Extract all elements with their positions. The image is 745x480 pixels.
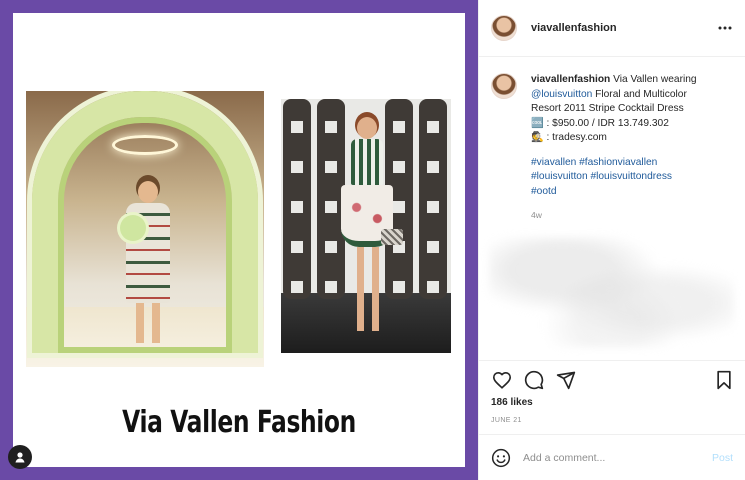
hashtag-link[interactable]: #louisvuitton #louisvuittondress xyxy=(531,170,731,185)
emoji-icon[interactable] xyxy=(491,448,511,468)
heart-icon[interactable] xyxy=(491,369,513,391)
hashtag-link[interactable]: #viavallen #fashionviavallen xyxy=(531,156,731,171)
caption-username[interactable]: viavallenfashion xyxy=(531,74,610,85)
hashtag-link[interactable]: #ootd xyxy=(531,185,731,200)
model-figure xyxy=(341,117,403,343)
blurred-comments xyxy=(489,237,734,347)
caption-source: : tradesy.com xyxy=(543,132,607,143)
caption-price: : $950.00 / IDR 13.749.302 xyxy=(543,117,669,129)
caption-time: 4w xyxy=(531,210,542,220)
comment-icon[interactable] xyxy=(523,369,545,391)
header-username[interactable]: viavallenfashion xyxy=(531,22,617,34)
user-tag-icon[interactable] xyxy=(8,445,32,469)
ceiling-lamp xyxy=(112,135,178,155)
post-actions: 186 likes JUNE 21 xyxy=(479,360,745,434)
image-caption-text: Via Vallen Fashion xyxy=(122,405,356,440)
likes-count[interactable]: 186 likes xyxy=(491,397,733,408)
post-sidebar: viavallenfashion viavallenfashion Via Va… xyxy=(478,0,745,480)
price-icon: 🆒 xyxy=(531,117,544,129)
comment-bar: Post xyxy=(479,434,745,480)
post-button[interactable]: Post xyxy=(712,452,733,464)
photo-flower-arch xyxy=(26,91,264,367)
avatar[interactable] xyxy=(491,73,517,99)
bookmark-icon[interactable] xyxy=(713,369,735,391)
comment-input[interactable] xyxy=(523,451,712,464)
post-media[interactable]: Via Vallen Fashion xyxy=(0,0,478,480)
caption-intro: Via Vallen wearing xyxy=(610,74,697,85)
hashtags: #viavallen #fashionviavallen #louisvuitt… xyxy=(531,156,731,200)
source-icon: 🕵 xyxy=(531,132,544,143)
caption-text: viavallenfashion Via Vallen wearing @lou… xyxy=(531,73,731,223)
caption-desc-1: Floral and Multicolor xyxy=(592,88,687,100)
person-figure xyxy=(120,181,174,349)
avatar[interactable] xyxy=(491,15,517,41)
share-icon[interactable] xyxy=(555,369,577,391)
post-image[interactable]: Via Vallen Fashion xyxy=(13,13,465,467)
post-header: viavallenfashion xyxy=(479,0,745,57)
decor-pillar xyxy=(419,99,447,299)
post-date: JUNE 21 xyxy=(491,417,522,424)
photo-runway xyxy=(281,99,451,353)
decor-pillar xyxy=(283,99,311,299)
caption-row: viavallenfashion Via Vallen wearing @lou… xyxy=(491,73,733,223)
caption-desc-2: Resort 2011 Stripe Cocktail Dress xyxy=(531,103,684,114)
more-options-icon[interactable] xyxy=(717,21,733,33)
mention-link[interactable]: @louisvuitton xyxy=(531,89,592,100)
comments-section[interactable]: viavallenfashion Via Vallen wearing @lou… xyxy=(479,57,745,360)
